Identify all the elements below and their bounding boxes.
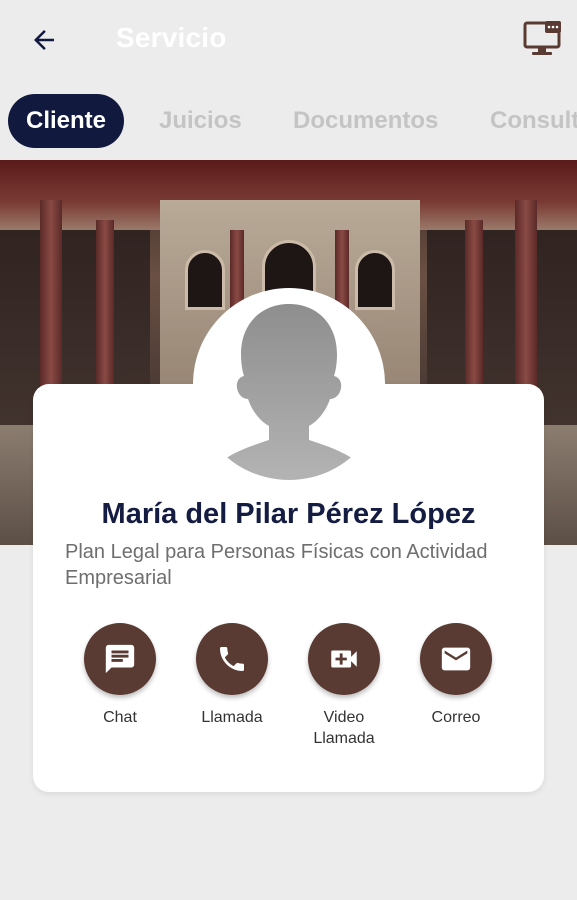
video-call-button[interactable]: Video Llamada — [288, 623, 400, 749]
phone-icon — [220, 647, 244, 671]
tab-bar: Cliente Juicios Documentos Consultas — [0, 90, 577, 154]
call-label: Llamada — [201, 709, 263, 726]
video-call-label-text: Video Llamada — [313, 709, 375, 747]
top-bar: Servicio — [0, 0, 577, 80]
video-call-label: Video Llamada — [288, 707, 400, 749]
monitor-chat-button[interactable] — [521, 18, 565, 58]
avatar — [193, 288, 385, 480]
call-circle[interactable] — [196, 623, 268, 695]
chat-label: Chat — [103, 709, 137, 726]
chat-icon — [105, 644, 135, 674]
mail-icon — [441, 647, 471, 671]
mail-circle[interactable] — [420, 623, 492, 695]
monitor-chat-icon — [523, 21, 561, 55]
call-button[interactable]: Llamada — [176, 623, 288, 728]
hero-arch — [185, 250, 225, 310]
person-silhouette-icon — [213, 304, 365, 480]
video-call-icon — [331, 650, 357, 668]
client-plan: Plan Legal para Personas Físicas con Act… — [65, 541, 488, 589]
mail-label: Correo — [431, 709, 481, 726]
chat-circle[interactable] — [84, 623, 156, 695]
back-button[interactable] — [24, 20, 64, 60]
tab-cliente[interactable]: Cliente — [8, 94, 125, 148]
tab-consultas[interactable]: Consultas — [490, 94, 577, 148]
client-name: María del Pilar Pérez López — [101, 498, 476, 530]
page-title: Servicio — [116, 22, 227, 53]
tab-documentos[interactable]: Documentos — [293, 94, 438, 148]
arrow-left-icon — [34, 30, 54, 50]
hero-arch — [355, 250, 395, 310]
video-call-circle[interactable] — [308, 623, 380, 695]
chat-button[interactable]: Chat — [64, 623, 176, 728]
mail-button[interactable]: Correo — [400, 623, 512, 728]
tab-juicios[interactable]: Juicios — [159, 94, 242, 148]
